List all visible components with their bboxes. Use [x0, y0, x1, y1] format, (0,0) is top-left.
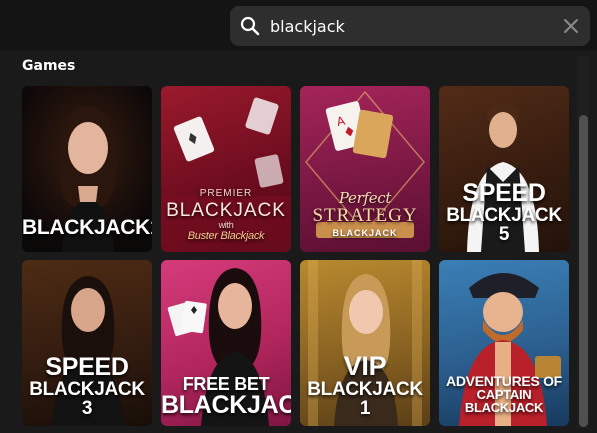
- game-title: SPEED BLACKJACK 5: [446, 179, 562, 245]
- game-title: SPEED BLACKJACK 3: [29, 353, 145, 419]
- game-tile-adventures-captain-blackjack[interactable]: ADVENTURES OF CAPTAIN BLACKJACK: [439, 260, 569, 426]
- game-title: PREMIER BLACKJACK with Buster Blackjack: [166, 188, 286, 242]
- game-tile-perfect-strategy[interactable]: A Perfect STRATEGY BLACKJACK: [300, 86, 430, 252]
- game-title: VIP BLACKJACK 1: [307, 351, 423, 419]
- close-icon[interactable]: [562, 17, 580, 35]
- game-title: Perfect STRATEGY BLACKJACK: [312, 189, 418, 238]
- game-tile-free-bet-blackjack[interactable]: FREE BET BLACKJACK: [161, 260, 291, 426]
- game-title: BLACKJACK1: [22, 216, 152, 239]
- top-bar: [0, 0, 597, 50]
- scrollbar-thumb[interactable]: [579, 115, 588, 427]
- search-input[interactable]: [270, 14, 550, 38]
- section-title: Games: [22, 58, 76, 74]
- game-tile-blackjack-1[interactable]: BLACKJACK1: [22, 86, 152, 252]
- game-title: ADVENTURES OF CAPTAIN BLACKJACK: [446, 373, 562, 415]
- game-tile-vip-blackjack-1[interactable]: VIP BLACKJACK 1: [300, 260, 430, 426]
- game-tile-premier-blackjack[interactable]: PREMIER BLACKJACK with Buster Blackjack: [161, 86, 291, 252]
- game-tile-speed-blackjack-3[interactable]: SPEED BLACKJACK 3: [22, 260, 152, 426]
- game-title: FREE BET BLACKJACK: [161, 374, 291, 419]
- search-box[interactable]: [230, 6, 590, 46]
- game-tile-speed-blackjack-5[interactable]: SPEED BLACKJACK 5: [439, 86, 569, 252]
- search-icon: [240, 16, 260, 36]
